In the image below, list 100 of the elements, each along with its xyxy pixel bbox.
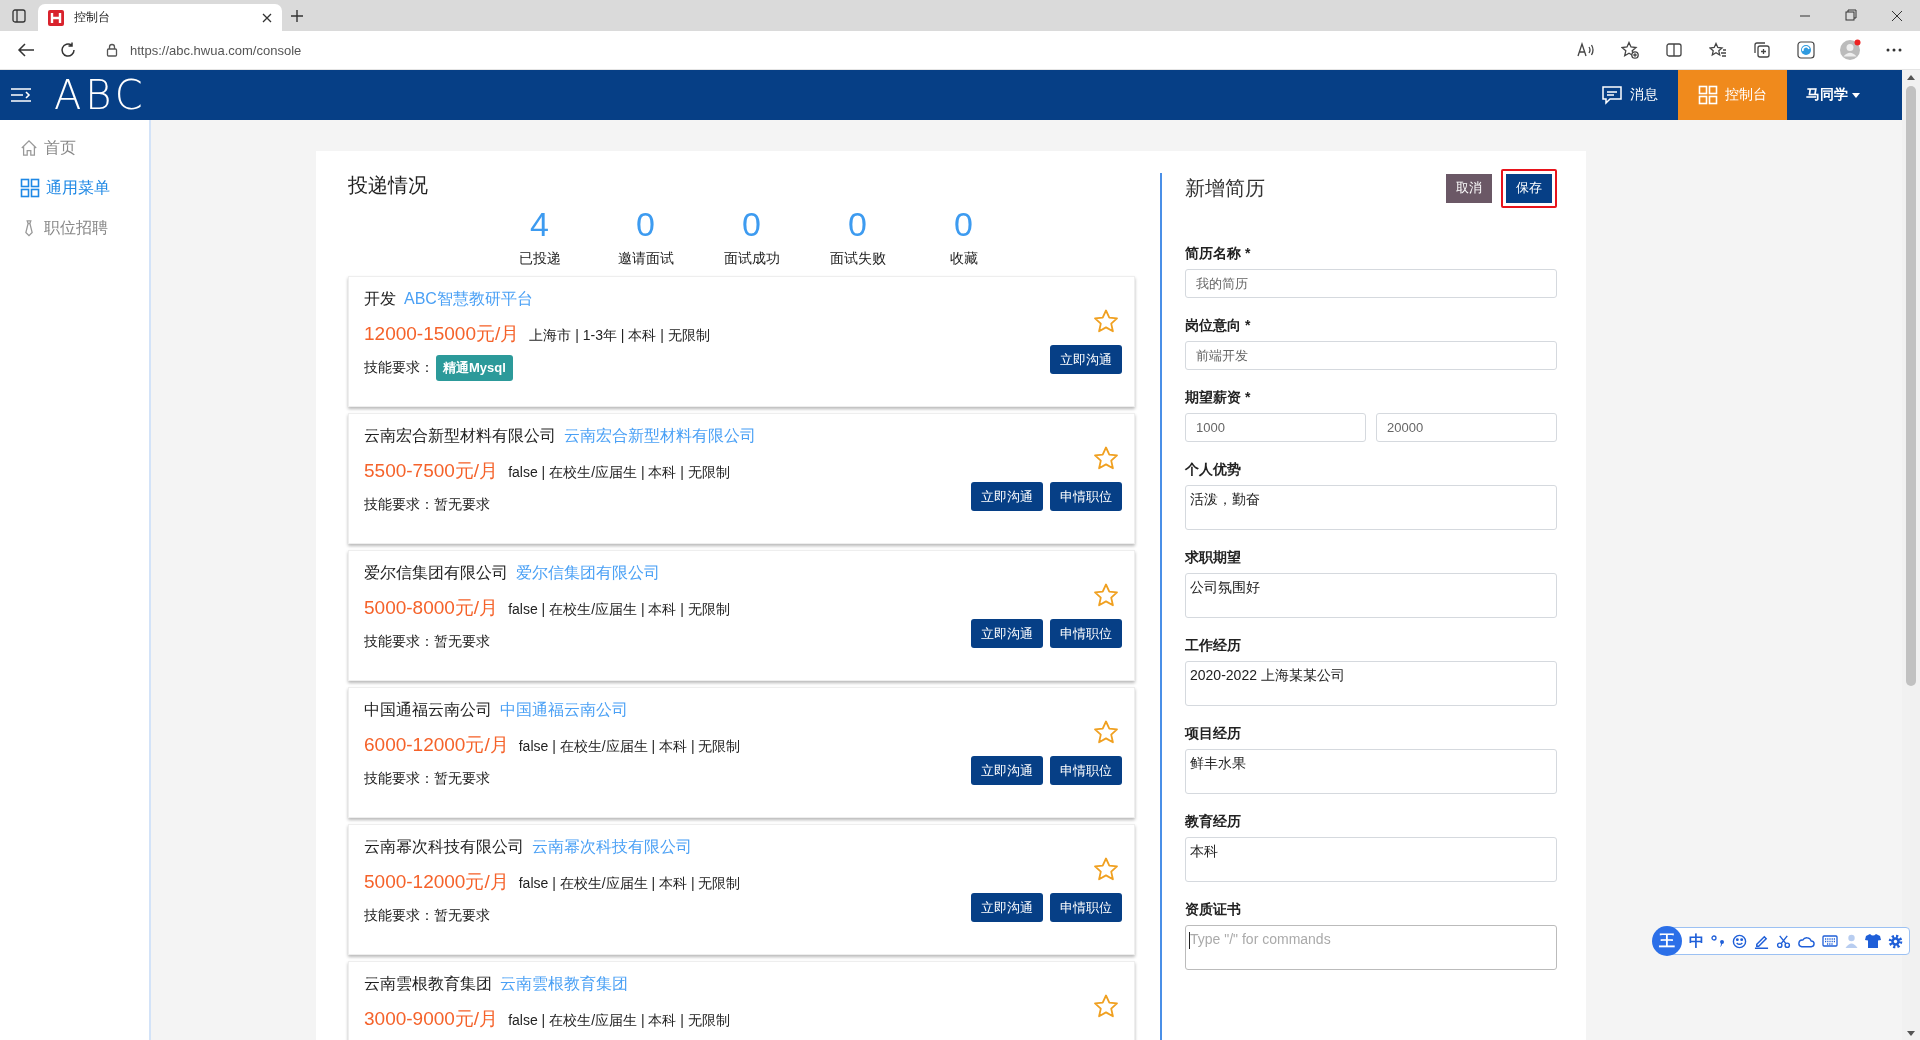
action-button[interactable]: 申情职位	[1050, 893, 1122, 922]
sidebar-item[interactable]: 通用菜单	[0, 172, 149, 204]
salary: 3000-9000元/月	[364, 1007, 499, 1031]
save-button[interactable]: 保存	[1501, 168, 1557, 208]
skills-label: 技能要求：	[364, 359, 434, 377]
star-icon[interactable]	[1093, 857, 1119, 882]
skills-text: 技能要求：暂无要求	[364, 633, 490, 651]
field-label: 岗位意向 *	[1185, 316, 1252, 335]
salary: 5000-12000元/月	[364, 870, 509, 894]
salary: 5000-8000元/月	[364, 596, 499, 620]
field-label: 简历名称 *	[1185, 244, 1252, 263]
input-mode-toggle[interactable]: 中	[1689, 931, 1704, 951]
new-tab-icon[interactable]	[290, 8, 304, 23]
text-area[interactable]: 本科	[1185, 837, 1557, 882]
input-field[interactable]: 1000	[1185, 413, 1366, 442]
favorites-icon[interactable]	[1709, 42, 1727, 58]
pencil-icon[interactable]	[1754, 933, 1769, 949]
logo[interactable]: ABC	[54, 70, 147, 120]
browser-logo-icon[interactable]	[1797, 41, 1815, 59]
emoji-icon[interactable]	[1732, 933, 1747, 949]
user-menu[interactable]: 马同学	[1787, 70, 1902, 120]
job-title: 中国通福云南公司 中国通福云南公司	[364, 700, 629, 720]
split-screen-icon[interactable]	[1666, 42, 1682, 58]
stat-value: 4	[530, 204, 549, 244]
sidebar-toggle-icon[interactable]	[12, 8, 26, 23]
sidebar-item[interactable]: 首页	[0, 132, 149, 164]
caret-icon	[1852, 92, 1860, 98]
star-icon[interactable]	[1093, 994, 1119, 1019]
skills-text: 技能要求：暂无要求	[364, 496, 490, 514]
more-icon[interactable]	[1886, 48, 1902, 52]
grid-icon	[20, 178, 40, 198]
action-button[interactable]: 立即沟通	[971, 482, 1043, 511]
skill-tag: 精通Mysql	[436, 355, 513, 381]
star-icon[interactable]	[1093, 720, 1119, 745]
job-title: 云南宏合新型材料有限公司 云南宏合新型材料有限公司	[364, 426, 757, 446]
input-field[interactable]: 前端开发	[1185, 341, 1557, 370]
punctuation-icon[interactable]	[1711, 934, 1725, 948]
stat-value: 0	[954, 204, 973, 244]
input-field[interactable]: 我的简历	[1185, 269, 1557, 298]
stat-label: 面试成功	[723, 249, 780, 268]
skills-text: 技能要求：暂无要求	[364, 770, 490, 788]
stat-value: 0	[848, 204, 867, 244]
lock-icon[interactable]	[106, 43, 118, 57]
stat-value: 0	[742, 204, 761, 244]
job-title: 云南雲根教育集团 云南雲根教育集团	[364, 974, 629, 994]
action-button[interactable]: 申情职位	[1050, 756, 1122, 785]
text-area[interactable]: Type "/" for commands	[1185, 925, 1557, 970]
salary: 5500-7500元/月	[364, 459, 499, 483]
action-button[interactable]: 立即沟通	[971, 619, 1043, 648]
action-button[interactable]: 申情职位	[1050, 482, 1122, 511]
star-icon[interactable]	[1093, 446, 1119, 471]
text-area[interactable]: 鲜丰水果	[1185, 749, 1557, 794]
shirt-icon[interactable]	[1865, 934, 1881, 948]
text-area[interactable]: 活泼，勤奋	[1185, 485, 1557, 530]
scissors-icon[interactable]	[1776, 933, 1791, 949]
job-info: false | 在校生/应届生 | 本科 | 无限制	[518, 738, 741, 756]
profile-avatar-icon[interactable]	[1839, 39, 1861, 61]
settings-icon[interactable]	[1888, 933, 1903, 949]
action-button[interactable]: 立即沟通	[971, 893, 1043, 922]
read-aloud-icon[interactable]	[1577, 42, 1595, 58]
input-field[interactable]: 20000	[1376, 413, 1557, 442]
scroll-down-icon[interactable]	[1907, 1030, 1915, 1036]
close-icon[interactable]	[262, 12, 272, 23]
stat-label: 已投递	[518, 249, 561, 268]
star-icon[interactable]	[1093, 309, 1119, 334]
sidebar-item[interactable]: 职位招聘	[0, 212, 149, 244]
collections-icon[interactable]	[1754, 42, 1770, 58]
job-title: 爱尔信集团有限公司 爱尔信集团有限公司	[364, 563, 661, 583]
favorite-add-icon[interactable]	[1621, 41, 1639, 59]
action-button[interactable]: 立即沟通	[1050, 345, 1122, 374]
skills-text: 技能要求：暂无要求	[364, 907, 490, 925]
menu-icon[interactable]	[10, 87, 32, 103]
action-button[interactable]: 申情职位	[1050, 619, 1122, 648]
refresh-icon[interactable]	[60, 42, 76, 58]
browser-tab[interactable]: 控制台	[38, 4, 282, 31]
job-info: false | 在校生/应届生 | 本科 | 无限制	[508, 1012, 730, 1030]
job-info: false | 在校生/应届生 | 本科 | 无限制	[508, 601, 730, 619]
nav-tab[interactable]: 消息	[1581, 70, 1678, 120]
keyboard-icon[interactable]	[1822, 935, 1838, 947]
scrollbar-thumb[interactable]	[1906, 86, 1916, 686]
salary: 6000-12000元/月	[364, 733, 509, 757]
site-logo-icon	[48, 9, 64, 26]
stat-label: 面试失败	[829, 249, 886, 268]
field-label: 项目经历	[1185, 724, 1242, 743]
grid-icon	[1698, 85, 1718, 105]
address-bar[interactable]: https://abc.hwua.com/console	[130, 42, 302, 58]
text-area[interactable]: 公司氛围好	[1185, 573, 1557, 618]
job-info: false | 在校生/应届生 | 本科 | 无限制	[518, 875, 741, 893]
star-icon[interactable]	[1093, 583, 1119, 608]
back-icon[interactable]	[17, 42, 35, 58]
cloud-icon[interactable]	[1798, 934, 1815, 948]
scroll-up-icon[interactable]	[1907, 74, 1915, 80]
text-area[interactable]: 2020-2022 上海某某公司	[1185, 661, 1557, 706]
chat-icon	[1601, 84, 1623, 106]
field-label: 教育经历	[1185, 812, 1242, 831]
action-button[interactable]: 立即沟通	[971, 756, 1043, 785]
job-title: 云南幂次科技有限公司 云南幂次科技有限公司	[364, 837, 693, 857]
job-title: 开发 ABC智慧教研平台	[364, 289, 534, 309]
field-label: 求职期望	[1185, 548, 1242, 567]
job-info: false | 在校生/应届生 | 本科 | 无限制	[508, 464, 730, 482]
